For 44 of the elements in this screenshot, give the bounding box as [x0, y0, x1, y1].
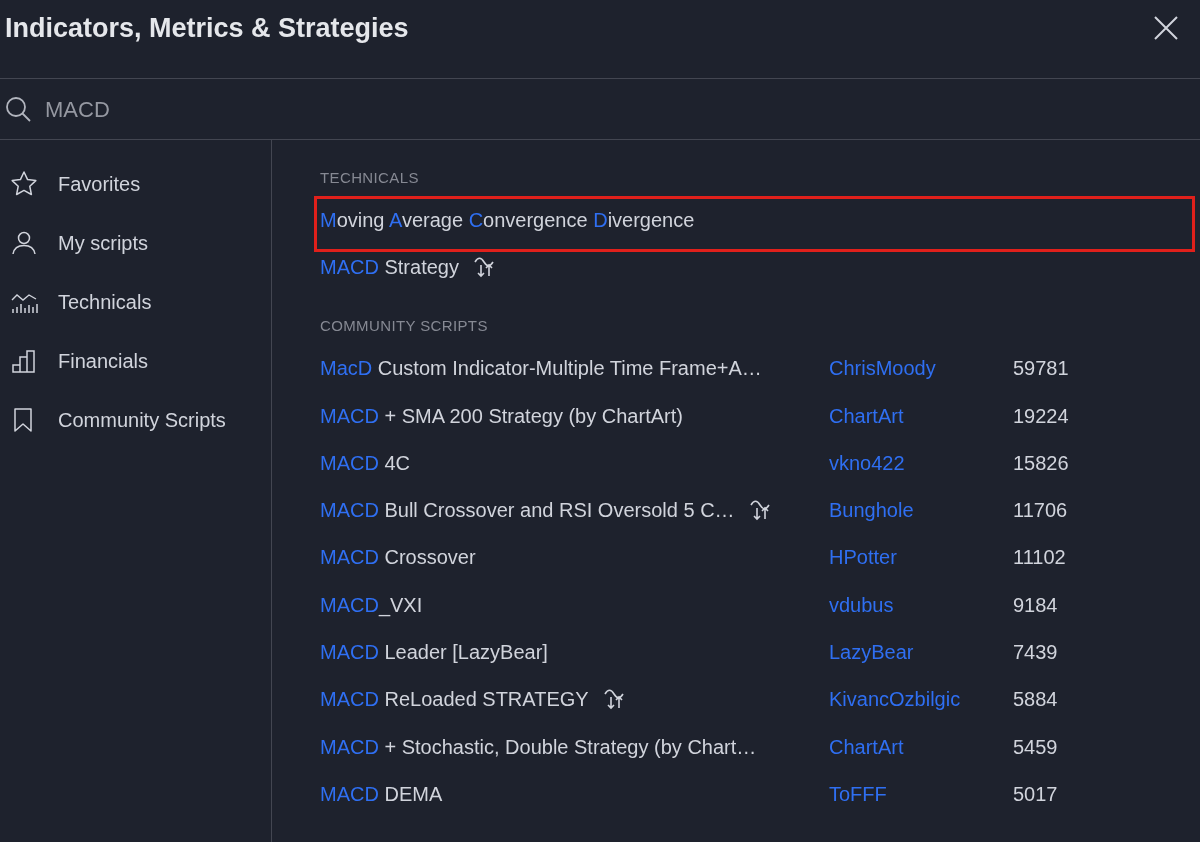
author-link[interactable]: HPotter — [829, 542, 1013, 573]
star-icon — [10, 169, 38, 198]
usage-count: 59781 — [1013, 356, 1069, 382]
author-link[interactable]: vkno422 — [829, 447, 1013, 478]
author-link[interactable]: ChartArt — [829, 400, 1013, 431]
search-field[interactable]: MACD — [45, 92, 645, 126]
author-link[interactable]: ChartArt — [829, 731, 1013, 762]
window-title: Indicators, Metrics & Strategies — [5, 11, 409, 45]
author-link[interactable]: LazyBear — [829, 637, 1013, 667]
usage-count: 19224 — [1013, 403, 1069, 429]
author-link[interactable]: KivancOzbilgic — [829, 684, 1013, 715]
sidebar-item[interactable]: Favorites — [0, 154, 271, 213]
usage-count: 9184 — [1013, 592, 1058, 618]
usage-count: 5884 — [1013, 687, 1058, 713]
script-name-link[interactable]: MacD Custom Indicator-Multiple Time Frame+A… — [320, 353, 762, 384]
sidebar-item[interactable]: Financials — [0, 331, 271, 390]
section-heading: TECHNICALS — [320, 167, 420, 188]
usage-count: 11706 — [1013, 498, 1068, 524]
usage-count: 5017 — [1013, 781, 1058, 807]
sidebar-item[interactable]: Technicals — [0, 272, 271, 331]
script-name-link[interactable]: MACD 4C — [320, 447, 410, 478]
usage-count: 5459 — [1013, 734, 1058, 760]
author-link[interactable]: ChrisMoody — [829, 353, 1013, 384]
script-name-link[interactable]: MACD Leader [LazyBear] — [320, 637, 548, 667]
script-name-link[interactable]: MACD DEMA — [320, 778, 443, 809]
author-link[interactable]: vdubus — [829, 589, 1013, 620]
sidebar-item[interactable]: Community Scripts — [0, 390, 271, 449]
search-icon — [5, 95, 32, 123]
author-link[interactable]: ToFFF — [829, 778, 1013, 809]
usage-count: 11102 — [1013, 545, 1066, 571]
script-name-link[interactable]: MACD Bull Crossover and RSI Oversold 5 C… — [320, 495, 735, 526]
author-link[interactable]: Bunghole — [829, 495, 1013, 526]
sidebar-item[interactable]: My scripts — [0, 213, 271, 272]
script-name-link[interactable]: MACD Strategy — [320, 251, 459, 282]
script-name-link[interactable]: MACD_VXI — [320, 589, 423, 620]
script-name-link[interactable]: MACD + Stochastic, Double Strategy (by Chart… — [320, 731, 757, 762]
close-button[interactable] — [1152, 14, 1180, 42]
script-name-link[interactable]: Moving Average Convergence Divergence — [320, 204, 695, 235]
script-name-link[interactable]: MACD + SMA 200 Strategy (by ChartArt) — [320, 400, 683, 431]
section-heading: COMMUNITY SCRIPTS — [320, 316, 489, 337]
script-name-link[interactable]: MACD ReLoaded STRATEGY — [320, 684, 589, 715]
usage-count: 15826 — [1013, 450, 1069, 476]
usage-count: 7439 — [1013, 640, 1058, 665]
script-name-link[interactable]: MACD Crossover — [320, 542, 476, 573]
